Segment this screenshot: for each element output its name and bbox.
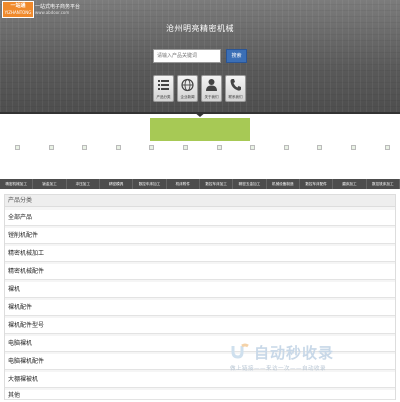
site-logo[interactable]: 一站通 YIZHANTONG bbox=[2, 1, 34, 18]
search-button[interactable]: 搜索 bbox=[226, 49, 247, 63]
image-placeholder bbox=[116, 145, 121, 150]
category-link[interactable]: 钣金加工 bbox=[33, 179, 67, 189]
list-item[interactable]: 裸机 bbox=[5, 282, 395, 298]
watermark: 自动秒收录 做上链接——来访一次——自动收录 bbox=[230, 340, 390, 380]
image-placeholder-row bbox=[0, 145, 400, 155]
image-placeholder bbox=[82, 145, 87, 150]
nav-button-products[interactable]: 产品分类 bbox=[153, 75, 174, 102]
watermark-logo-icon bbox=[231, 343, 249, 359]
list-item[interactable]: 其他 bbox=[5, 390, 395, 400]
image-placeholder bbox=[149, 145, 154, 150]
category-link[interactable]: 数控车床加工 bbox=[133, 179, 167, 189]
image-placeholder bbox=[49, 145, 54, 150]
watermark-title: 自动秒收录 bbox=[254, 344, 335, 362]
list-item[interactable]: 镗削机配件 bbox=[5, 228, 395, 244]
category-link[interactable]: 磨床加工 bbox=[333, 179, 367, 189]
watermark-subtitle: 做上链接——来访一次——自动收录 bbox=[230, 366, 327, 372]
category-link[interactable]: 数控车床配件 bbox=[300, 179, 334, 189]
nav-button-contact[interactable]: 联系我们 bbox=[225, 75, 246, 102]
nav-button-about[interactable]: 关于我们 bbox=[201, 75, 222, 102]
category-link[interactable]: 机床附件 bbox=[167, 179, 200, 189]
nav-label: 产品分类 bbox=[156, 95, 171, 99]
header-notch bbox=[194, 112, 206, 117]
category-link[interactable]: 精密机械加工 bbox=[0, 179, 34, 189]
logo-subtext: YIZHANTONG bbox=[4, 10, 32, 15]
site-tagline: 一站式电子商务平台 bbox=[35, 4, 81, 10]
panel-heading: 产品分类 bbox=[5, 195, 395, 207]
logo-text: 一站通 bbox=[10, 3, 26, 9]
nav-label: 关于我们 bbox=[204, 95, 219, 99]
nav-label: 联系我们 bbox=[228, 95, 243, 99]
site-header: 一站通 YIZHANTONG 一站式电子商务平台 www.abdoor.com … bbox=[0, 0, 400, 113]
person-icon bbox=[206, 79, 217, 91]
page-title: 沧州明亮精密机械 bbox=[166, 24, 234, 33]
category-link[interactable]: 精密模具 bbox=[100, 179, 134, 189]
category-link[interactable]: 数控车床加工 bbox=[200, 179, 234, 189]
list-item[interactable]: 精密机械配件 bbox=[5, 264, 395, 280]
list-item[interactable]: 裸机配件 bbox=[5, 300, 395, 316]
image-placeholder bbox=[15, 145, 20, 150]
category-link[interactable]: 冲压加工 bbox=[67, 179, 100, 189]
category-nav-bar: 精密机械加工 钣金加工 冲压加工 精密模具 数控车床加工 机床附件 数控车床加工… bbox=[0, 179, 400, 189]
image-placeholder bbox=[385, 145, 390, 150]
image-placeholder bbox=[317, 145, 322, 150]
category-link[interactable]: 机械设备制造 bbox=[267, 179, 300, 189]
image-placeholder bbox=[351, 145, 356, 150]
image-placeholder bbox=[183, 145, 188, 150]
image-placeholder bbox=[284, 145, 289, 150]
list-item[interactable]: 全部产品 bbox=[5, 210, 395, 226]
image-placeholder bbox=[250, 145, 255, 150]
list-item[interactable]: 裸机配件型号 bbox=[5, 318, 395, 334]
list-icon bbox=[158, 80, 169, 90]
nav-label: 企业新闻 bbox=[180, 95, 195, 99]
list-item[interactable]: 精密机械加工 bbox=[5, 246, 395, 262]
phone-icon bbox=[230, 79, 241, 91]
banner-image bbox=[150, 118, 250, 141]
globe-icon bbox=[181, 78, 194, 92]
category-link[interactable]: 数控铣床加工 bbox=[367, 179, 400, 189]
nav-button-news[interactable]: 企业新闻 bbox=[177, 75, 198, 102]
search-input[interactable] bbox=[153, 49, 221, 63]
site-domain: www.abdoor.com bbox=[35, 10, 70, 15]
category-link[interactable]: 精密五金加工 bbox=[233, 179, 267, 189]
image-placeholder bbox=[217, 145, 222, 150]
